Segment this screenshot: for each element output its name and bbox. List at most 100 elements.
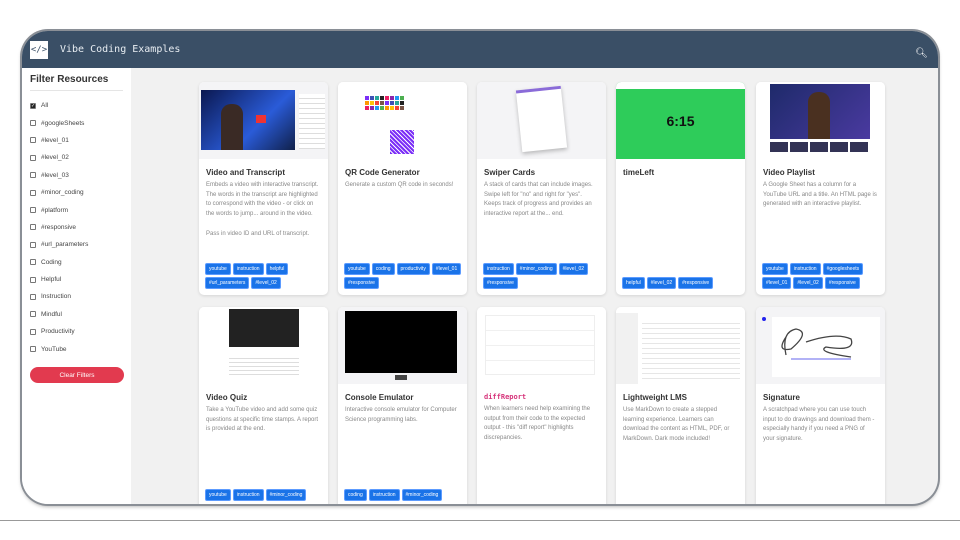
filter-item[interactable]: #platform bbox=[30, 201, 123, 218]
filter-item[interactable]: YouTube bbox=[30, 340, 123, 357]
search-icon[interactable]: 🔍︎ bbox=[915, 48, 928, 59]
resource-card[interactable]: Swiper Cards A stack of cards that can i… bbox=[477, 82, 606, 295]
card-title: Video and Transcript bbox=[206, 168, 285, 177]
filter-item[interactable]: #url_parameters bbox=[30, 236, 123, 253]
tag-badge[interactable]: youtube bbox=[205, 263, 231, 275]
tag-badge[interactable]: instruction bbox=[483, 263, 514, 275]
filter-item[interactable]: Mindful bbox=[30, 306, 123, 323]
checkbox[interactable] bbox=[30, 293, 36, 300]
tag-list: helpful #level_02 #responsive bbox=[622, 277, 741, 289]
tag-badge[interactable]: coding bbox=[344, 489, 367, 501]
tag-badge[interactable]: #level_01 bbox=[762, 277, 792, 289]
filter-item[interactable]: Instruction bbox=[30, 288, 123, 305]
app-window: </> Vibe Coding Examples 🔍︎ Filter Resou… bbox=[22, 31, 938, 504]
tag-badge[interactable]: #minor_coding bbox=[515, 263, 557, 275]
resource-card[interactable]: Signature A scratchpad where you can use… bbox=[756, 307, 885, 504]
tag-badge[interactable]: helpful bbox=[265, 263, 289, 275]
card-thumbnail bbox=[756, 307, 885, 384]
filter-label: #responsive bbox=[41, 223, 77, 231]
checkbox[interactable] bbox=[30, 311, 36, 318]
filter-item[interactable]: #responsive bbox=[30, 219, 123, 236]
filter-item[interactable]: #googleSheets bbox=[30, 114, 123, 131]
tag-badge[interactable]: #minor_coding bbox=[401, 489, 443, 501]
resource-card[interactable]: QR Code Generator Generate a custom QR c… bbox=[338, 82, 467, 295]
tag-badge[interactable]: #minor_coding bbox=[265, 489, 307, 501]
filter-item[interactable]: Helpful bbox=[30, 271, 123, 288]
card-grid: Video and Transcript Embeds a video with… bbox=[131, 68, 938, 504]
tag-badge[interactable]: instruction bbox=[232, 263, 264, 275]
filter-item[interactable]: Productivity bbox=[30, 323, 123, 340]
checkbox[interactable] bbox=[30, 120, 36, 127]
tag-badge[interactable]: youtube bbox=[344, 263, 370, 275]
tag-badge[interactable]: #level_02 bbox=[251, 277, 281, 289]
tag-badge[interactable]: #level_02 bbox=[793, 277, 823, 289]
filter-item[interactable]: #level_02 bbox=[30, 149, 123, 166]
code-icon[interactable]: </> bbox=[30, 40, 48, 59]
card-description: Use MarkDown to create a stepped learnin… bbox=[623, 407, 730, 443]
filter-label: Coding bbox=[41, 258, 62, 266]
tag-badge[interactable]: instruction bbox=[789, 263, 821, 275]
resource-card[interactable]: Lightweight LMS Use MarkDown to create a… bbox=[616, 307, 745, 504]
checkbox[interactable] bbox=[30, 328, 36, 335]
filter-item[interactable]: #level_03 bbox=[30, 167, 123, 184]
checkbox[interactable]: ✓ bbox=[30, 102, 36, 109]
checkbox[interactable] bbox=[30, 172, 36, 179]
filter-label: Helpful bbox=[41, 276, 62, 284]
resource-card[interactable]: Video and Transcript Embeds a video with… bbox=[199, 82, 328, 295]
tag-badge[interactable]: productivity bbox=[396, 263, 430, 275]
card-thumbnail bbox=[477, 307, 606, 384]
card-title: Video Quiz bbox=[206, 393, 248, 402]
checkbox[interactable] bbox=[30, 259, 36, 266]
tag-badge[interactable]: #level_02 bbox=[558, 263, 589, 275]
filter-item[interactable]: Coding bbox=[30, 254, 123, 271]
filter-label: #minor_coding bbox=[41, 189, 84, 197]
tag-badge[interactable]: #responsive bbox=[678, 277, 714, 289]
filter-title: Filter Resources bbox=[30, 74, 123, 91]
card-title: Lightweight LMS bbox=[623, 393, 687, 402]
filter-label: #platform bbox=[41, 206, 69, 214]
tag-badge[interactable]: #responsive bbox=[344, 277, 379, 289]
card-description: Embeds a video with interactive transcri… bbox=[206, 182, 319, 237]
checkbox[interactable] bbox=[30, 137, 36, 144]
tag-list: youtube instruction #minor_coding bbox=[205, 489, 324, 501]
resource-card[interactable]: 6:15 timeLeft helpful #level_02 #responsiv… bbox=[616, 82, 745, 295]
filter-label: #url_parameters bbox=[41, 241, 89, 249]
checkbox[interactable] bbox=[30, 241, 36, 248]
filter-item[interactable]: ✓ All bbox=[30, 97, 123, 114]
resource-card[interactable]: Console Emulator Interactive console emu… bbox=[338, 307, 467, 504]
tag-badge[interactable]: #url_parameters bbox=[205, 277, 250, 289]
checkbox[interactable] bbox=[30, 189, 36, 196]
tag-badge[interactable]: instruction bbox=[368, 489, 400, 501]
tag-badge[interactable]: #googlesheets bbox=[822, 263, 864, 275]
card-description: When learners need help examining the ou… bbox=[484, 406, 591, 442]
tag-list: youtube instruction #googlesheets #level_01… bbox=[762, 263, 881, 289]
checkbox[interactable] bbox=[30, 154, 36, 161]
filter-item[interactable]: #level_01 bbox=[30, 132, 123, 149]
card-thumbnail bbox=[199, 82, 328, 159]
tag-badge[interactable]: #responsive bbox=[824, 277, 860, 289]
card-title: Swiper Cards bbox=[484, 168, 536, 177]
tag-badge[interactable]: #responsive bbox=[483, 277, 518, 289]
card-thumbnail bbox=[199, 307, 328, 384]
card-description: A Google Sheet has a column for a YouTub… bbox=[763, 182, 877, 208]
card-description: A stack of cards that can include images… bbox=[484, 182, 593, 218]
divider bbox=[0, 520, 960, 521]
checkbox[interactable] bbox=[30, 346, 36, 353]
resource-card[interactable]: Video Quiz Take a YouTube video and add … bbox=[199, 307, 328, 504]
clear-filters-button[interactable]: Clear Filters bbox=[30, 367, 124, 383]
resource-card[interactable]: Video Playlist A Google Sheet has a colu… bbox=[756, 82, 885, 295]
filter-item[interactable]: #minor_coding bbox=[30, 184, 123, 201]
checkbox[interactable] bbox=[30, 224, 36, 231]
checkbox[interactable] bbox=[30, 207, 36, 214]
tag-badge[interactable]: #level_02 bbox=[646, 277, 677, 289]
resource-card[interactable]: diffReport When learners need help exami… bbox=[477, 307, 606, 504]
tag-badge[interactable]: helpful bbox=[622, 277, 645, 289]
tag-badge[interactable]: youtube bbox=[205, 489, 231, 501]
tag-badge[interactable]: instruction bbox=[232, 489, 264, 501]
checkbox[interactable] bbox=[30, 276, 36, 283]
tag-list: youtube instruction helpful #url_parameters… bbox=[205, 263, 324, 289]
tag-badge[interactable]: coding bbox=[371, 263, 395, 275]
tag-badge[interactable]: youtube bbox=[762, 263, 788, 275]
tag-badge[interactable]: #level_01 bbox=[431, 263, 462, 275]
tag-list: coding instruction #minor_coding bbox=[344, 489, 463, 501]
